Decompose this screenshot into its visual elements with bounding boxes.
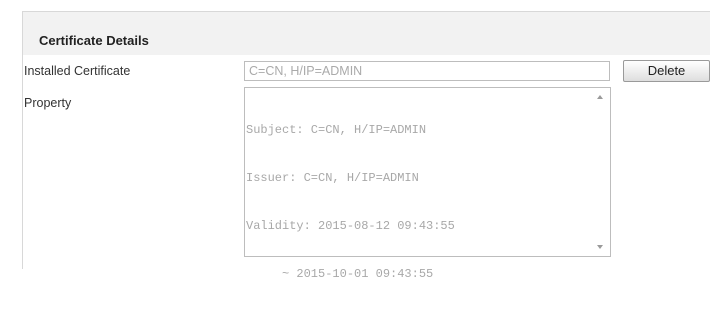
scroll-up-icon[interactable] <box>597 95 603 99</box>
installed-certificate-label: Installed Certificate <box>24 64 131 78</box>
delete-button[interactable]: Delete <box>623 60 710 82</box>
property-scrollbar[interactable] <box>593 88 610 256</box>
scroll-down-icon[interactable] <box>597 245 603 249</box>
property-line-validity-end: ~ 2015-10-01 09:43:55 <box>246 267 434 281</box>
property-textarea[interactable]: Subject: C=CN, H/IP=ADMIN Issuer: C=CN, … <box>244 87 611 281</box>
property-text: Subject: C=CN, H/IP=ADMIN Issuer: C=CN, … <box>245 90 596 314</box>
property-label: Property <box>24 96 72 110</box>
property-line-validity: Validity: 2015-08-12 09:43:55 <box>246 219 455 233</box>
installed-certificate-field[interactable]: C=CN, H/IP=ADMIN <box>244 61 610 81</box>
section-title: Certificate Details <box>39 33 149 48</box>
property-line-subject: Subject: C=CN, H/IP=ADMIN <box>246 123 427 137</box>
property-line-issuer: Issuer: C=CN, H/IP=ADMIN <box>246 171 419 185</box>
